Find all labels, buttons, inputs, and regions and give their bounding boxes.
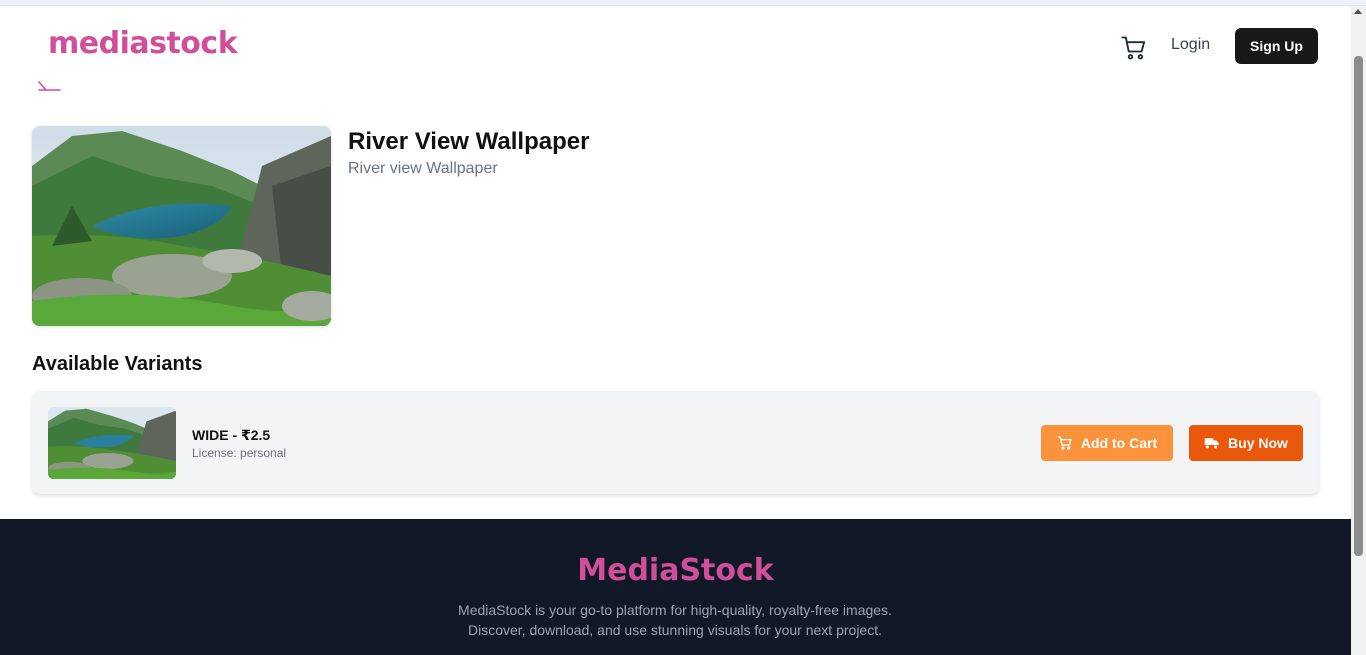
- variant-license: License: personal: [192, 446, 287, 460]
- site-logo[interactable]: mediastock: [48, 26, 238, 61]
- variant-card: WIDE - ₹2.5 License: personal Add to Car…: [32, 391, 1319, 494]
- truck-icon: [1204, 438, 1219, 449]
- footer-description: MediaStock is your go-to platform for hi…: [458, 602, 892, 638]
- product-title: River View Wallpaper: [348, 128, 590, 155]
- navbar: mediastock Login Sign Up: [0, 6, 1351, 82]
- signup-button[interactable]: Sign Up: [1235, 28, 1318, 64]
- cart-icon: [1121, 36, 1146, 60]
- landscape-thumbnail: [48, 407, 176, 479]
- footer-logo: MediaStock: [577, 553, 774, 588]
- page-scrollbar[interactable]: [1351, 6, 1366, 655]
- back-button[interactable]: [36, 80, 64, 96]
- scrollbar-thumb[interactable]: [1354, 56, 1363, 556]
- footer: MediaStock MediaStock is your go-to plat…: [0, 519, 1351, 655]
- product-description: River view Wallpaper: [348, 160, 498, 177]
- buy-now-label: Buy Now: [1228, 435, 1288, 451]
- cart-icon: [1057, 436, 1072, 450]
- variant-name-price: WIDE - ₹2.5: [192, 427, 271, 443]
- scroll-up-arrow-icon[interactable]: [1354, 9, 1362, 14]
- buy-now-button[interactable]: Buy Now: [1189, 425, 1303, 461]
- login-link[interactable]: Login: [1171, 36, 1210, 54]
- landscape-photo: [32, 126, 331, 326]
- variants-heading: Available Variants: [32, 353, 203, 375]
- add-to-cart-button[interactable]: Add to Cart: [1041, 425, 1173, 461]
- product-image: [32, 126, 331, 326]
- variant-thumbnail: [48, 407, 176, 479]
- back-arrow-icon: [38, 81, 61, 91]
- add-to-cart-label: Add to Cart: [1080, 435, 1158, 451]
- cart-button[interactable]: [1120, 34, 1148, 62]
